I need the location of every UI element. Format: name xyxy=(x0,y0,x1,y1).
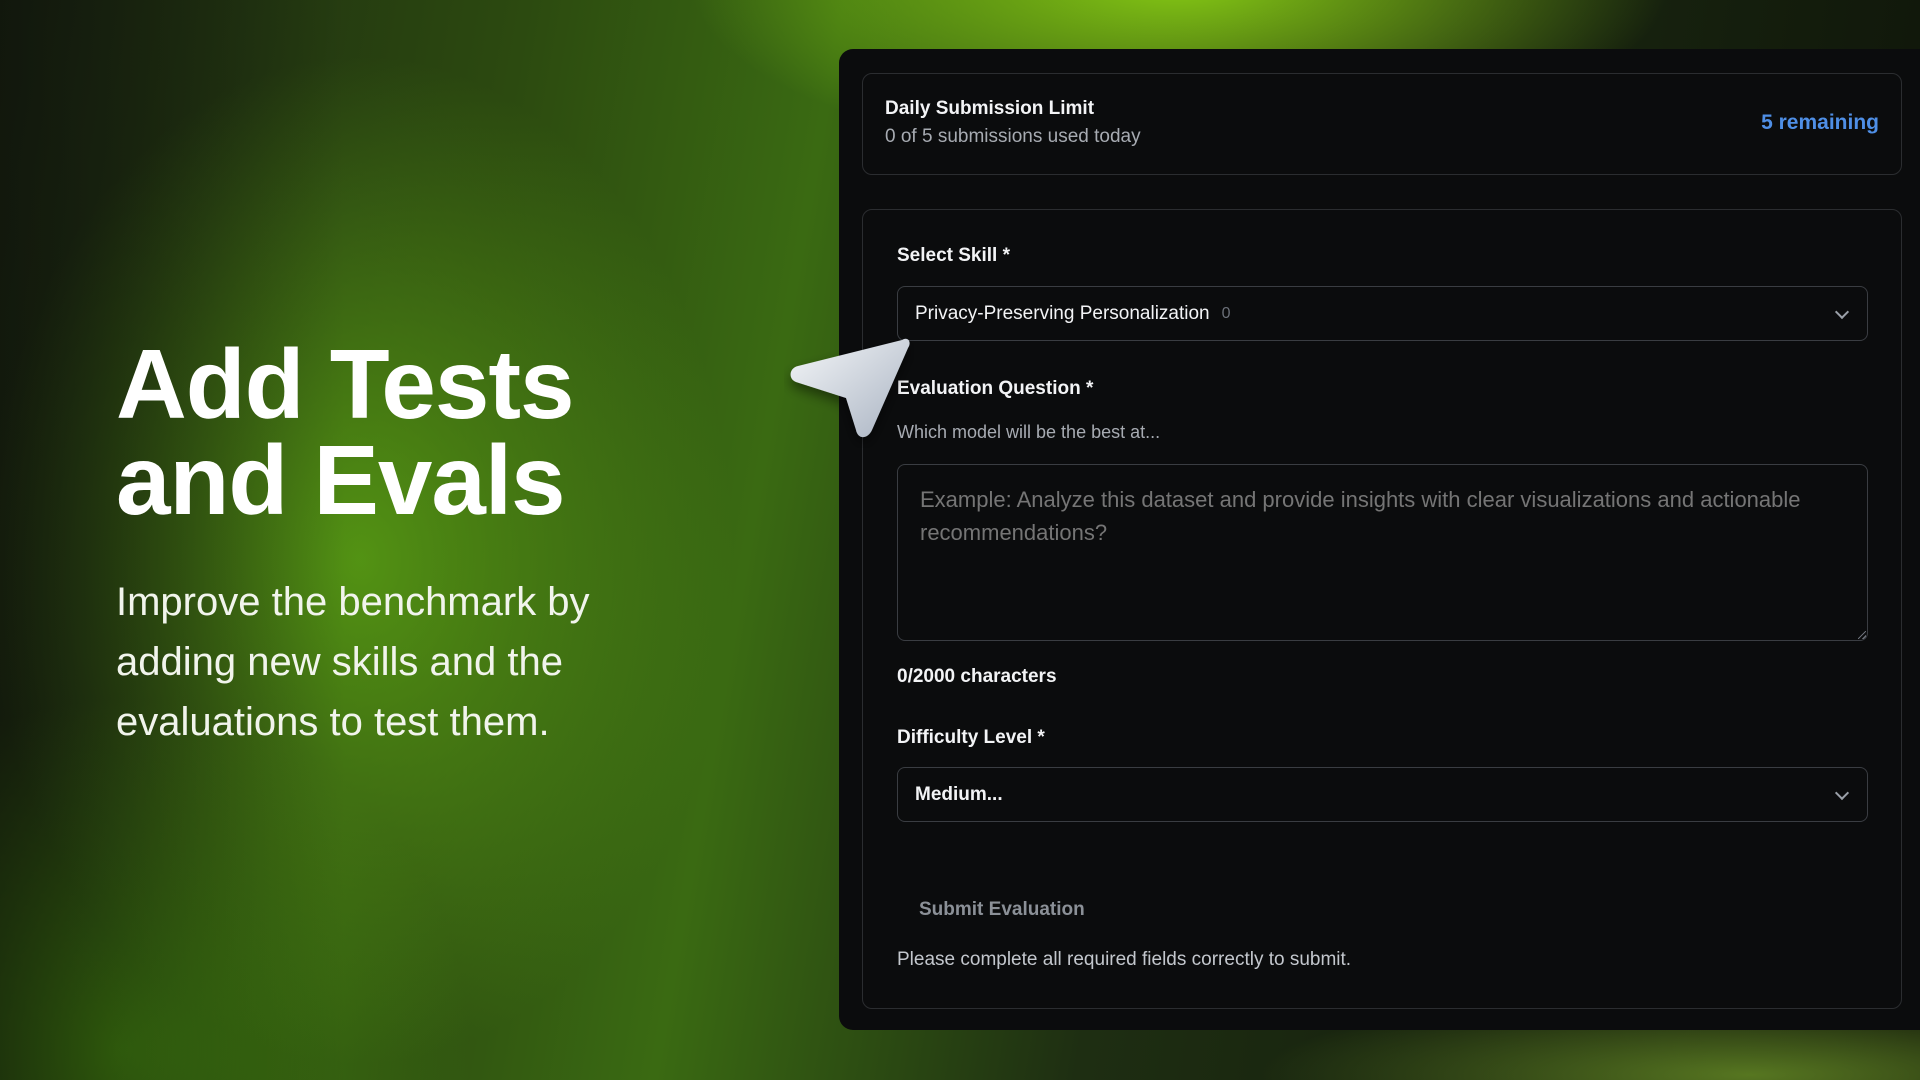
hero-subtitle: Improve the benchmark by adding new skil… xyxy=(116,572,756,752)
hero-subtitle-line: adding new skills and the xyxy=(116,640,563,684)
hero-title: Add Tests and Evals xyxy=(116,329,756,535)
submission-panel: Daily Submission Limit 0 of 5 submission… xyxy=(839,49,1920,1030)
submit-evaluation-button[interactable]: Submit Evaluation xyxy=(897,890,1107,930)
question-textarea[interactable] xyxy=(897,464,1868,641)
skill-label: Select Skill * xyxy=(897,245,1011,266)
resize-handle-icon[interactable] xyxy=(1858,631,1866,639)
hero-subtitle-line: Improve the benchmark by xyxy=(116,580,590,624)
difficulty-select-value: Medium... xyxy=(915,783,1003,805)
hero-title-line: and Evals xyxy=(116,425,566,535)
hero-title-line: Add Tests xyxy=(116,329,574,439)
difficulty-select[interactable]: Medium... xyxy=(897,767,1868,822)
skill-select[interactable]: Privacy-Preserving Personalization 0 xyxy=(897,286,1868,341)
pointer-arrow-icon xyxy=(790,338,910,438)
form-note: Please complete all required fields corr… xyxy=(897,949,1352,970)
hero-subtitle-line: evaluations to test them. xyxy=(116,700,550,744)
question-label: Evaluation Question * xyxy=(897,378,1094,399)
char-count: 0/2000 characters xyxy=(897,666,1057,687)
limit-title: Daily Submission Limit xyxy=(885,98,1095,119)
remaining-badge: 5 remaining xyxy=(1761,111,1879,134)
limit-usage: 0 of 5 submissions used today xyxy=(885,126,1141,147)
skill-count: 0 xyxy=(1221,304,1231,322)
question-hint: Which model will be the best at... xyxy=(897,422,1161,442)
skill-select-value: Privacy-Preserving Personalization xyxy=(915,302,1210,324)
chevron-down-icon xyxy=(1834,304,1850,319)
chevron-down-icon xyxy=(1834,785,1850,800)
difficulty-label: Difficulty Level * xyxy=(897,727,1045,748)
evaluation-form: Select Skill * Privacy-Preserving Person… xyxy=(862,209,1902,1009)
daily-limit-card: Daily Submission Limit 0 of 5 submission… xyxy=(862,73,1902,175)
hero-section: Add Tests and Evals Improve the benchmar… xyxy=(116,329,756,752)
